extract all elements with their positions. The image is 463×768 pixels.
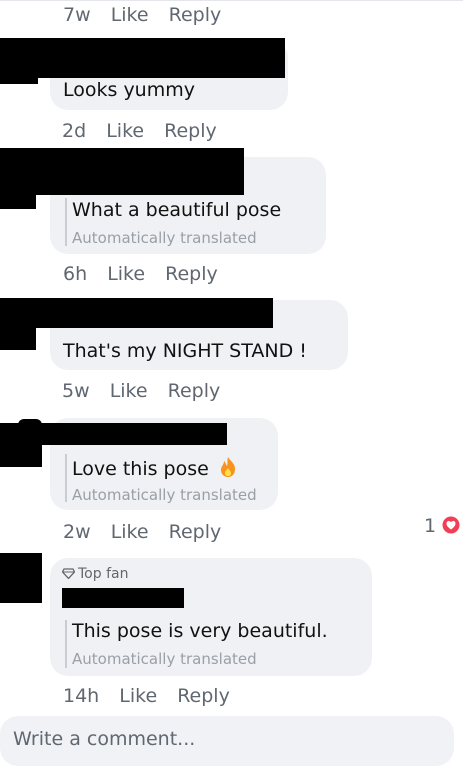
redacted-name [0,298,273,328]
timestamp: 5w [62,380,90,402]
comment-text: That's my NIGHT STAND ! [63,340,307,362]
comment-text: What a beautiful pose [72,199,282,221]
like-button[interactable]: Like [119,685,157,707]
redacted-name [0,423,227,445]
comment-meta: 6h Like Reply [63,263,232,285]
comment-meta: 2w Like Reply [63,521,235,543]
heart-reaction-icon [442,516,460,534]
redacted-avatar [0,195,36,209]
top-fan-diamond-icon [61,568,76,580]
translation-bar [65,620,67,668]
comment-text: Love this pose [72,456,238,480]
redacted-avatar [0,78,38,84]
comment-input-placeholder: Write a comment... [13,728,196,750]
translation-note[interactable]: Automatically translated [72,229,257,247]
timestamp: 7w [63,4,91,26]
comment-meta: 2d Like Reply [62,120,231,142]
like-button[interactable]: Like [107,263,145,285]
divider [0,0,463,1]
fire-icon [220,457,235,477]
comment-meta: 14h Like Reply [63,685,244,707]
reply-button[interactable]: Reply [165,263,218,285]
translation-bar [65,198,67,246]
top-fan-badge: Top fan [61,566,128,582]
redacted-avatar [0,553,42,603]
comment-meta: 7w Like Reply [63,4,235,26]
redacted-name [0,148,244,195]
reply-button[interactable]: Reply [164,120,217,142]
reply-button[interactable]: Reply [169,521,222,543]
translation-note[interactable]: Automatically translated [72,486,257,504]
translation-note[interactable]: Automatically translated [72,650,257,668]
timestamp: 2w [63,521,91,543]
reply-button[interactable]: Reply [177,685,230,707]
reply-button[interactable]: Reply [169,4,222,26]
like-button[interactable]: Like [111,4,149,26]
redacted-name [62,588,184,608]
redacted-avatar [0,328,36,350]
timestamp: 2d [62,120,87,142]
like-button[interactable]: Like [110,380,148,402]
timestamp: 14h [63,685,100,707]
timestamp: 6h [63,263,88,285]
redacted-name [0,38,285,78]
like-button[interactable]: Like [111,521,149,543]
comment-meta: 5w Like Reply [62,380,234,402]
reply-button[interactable]: Reply [168,380,221,402]
comment-text: Looks yummy [63,79,195,101]
reaction-count[interactable]: 1 [424,515,460,537]
translation-bar [65,454,67,502]
comment-text: This pose is very beautiful. [72,620,328,642]
like-button[interactable]: Like [106,120,144,142]
redacted-avatar [0,445,42,467]
